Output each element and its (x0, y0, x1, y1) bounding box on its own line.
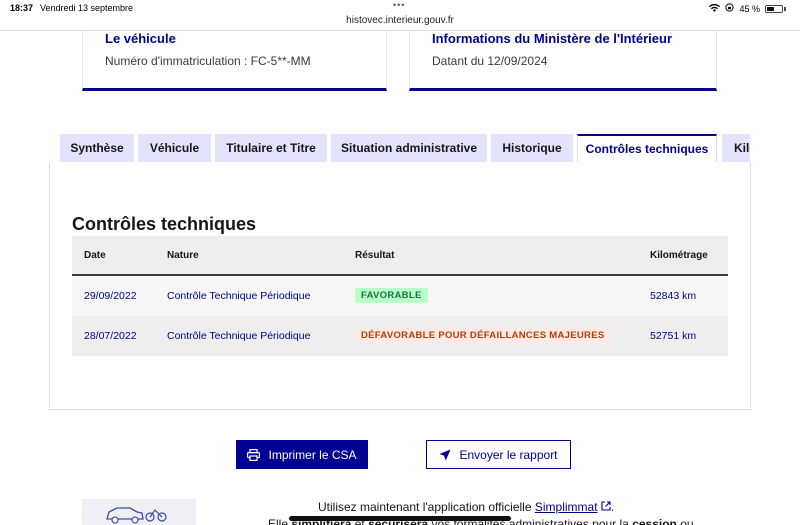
tab-kilometrage[interactable]: Kilo (722, 134, 750, 162)
tab-synthese[interactable]: Synthèse (60, 134, 134, 162)
external-link-icon[interactable] (601, 500, 611, 514)
vehicle-card-title: Le véhicule (105, 31, 176, 46)
paper-plane-icon (439, 449, 451, 461)
ministry-card-title: Informations du Ministère de l'Intérieur (432, 31, 673, 46)
tab-controles[interactable]: Contrôles techniques (577, 134, 717, 162)
tab-historique[interactable]: Historique (491, 134, 573, 162)
simplimmat-illustration (82, 499, 196, 525)
table-row: 29/09/2022 Contrôle Technique Périodique… (72, 276, 728, 316)
orientation-lock-icon (725, 3, 735, 14)
status-bar: 18:37 Vendredi 13 septembre ••• histovec… (0, 0, 800, 26)
vehicle-card-value: Numéro d'immatriculation : FC-5**-MM (105, 54, 311, 68)
column-header-mileage: Kilométrage (650, 250, 708, 261)
tab-panel: Contrôles techniques Date Nature Résulta… (49, 162, 751, 410)
ministry-card-value: Datant du 12/09/2024 (432, 54, 548, 68)
promo-prefix: Utilisez maintenant l'application offici… (318, 500, 532, 514)
ministry-card: Informations du Ministère de l'Intérieur… (409, 31, 717, 91)
section-title: Contrôles techniques (72, 214, 257, 234)
tab-bar: Synthèse Véhicule Titulaire et Titre Sit… (60, 134, 750, 162)
row-mileage: 52751 km (650, 330, 697, 342)
table-row: 28/07/2022 Contrôle Technique Périodique… (72, 316, 728, 356)
result-badge-defavorable: DÉFAVORABLE POUR DÉFAILLANCES MAJEURES (355, 328, 611, 343)
row-date: 28/07/2022 (84, 330, 137, 342)
simplimmat-link[interactable]: Simplimmat (535, 500, 598, 514)
send-report-button[interactable]: Envoyer le rapport (426, 440, 571, 469)
address-bar-url[interactable]: histovec.interieur.gouv.fr (0, 15, 800, 26)
printer-icon (247, 448, 261, 461)
status-indicators: 45 % (709, 3, 786, 14)
print-csa-label: Imprimer le CSA (268, 447, 357, 462)
promo-suffix: . (610, 500, 615, 514)
result-badge-favorable: FAVORABLE (355, 288, 428, 303)
table-header: Date Nature Résultat Kilométrage (72, 236, 728, 276)
row-nature: Contrôle Technique Périodique (167, 330, 311, 342)
row-mileage: 52843 km (650, 290, 697, 302)
more-dots-icon[interactable]: ••• (393, 0, 405, 10)
controls-table: Date Nature Résultat Kilométrage 29/09/2… (72, 236, 728, 356)
promo-line2-a: Elle (268, 517, 292, 525)
wifi-icon (709, 3, 721, 14)
print-csa-button[interactable]: Imprimer le CSA (236, 440, 368, 469)
battery-tip (784, 6, 786, 11)
simplimmat-link-label: Simplimmat (534, 500, 598, 514)
promo-text: Utilisez maintenant l'application offici… (318, 500, 614, 514)
promo-line2-f: cession (632, 517, 677, 525)
battery-percent: 45 % (739, 3, 760, 14)
status-time: 18:37 (10, 3, 34, 13)
tab-titulaire[interactable]: Titulaire et Titre (215, 134, 327, 162)
tab-situation[interactable]: Situation administrative (331, 134, 487, 162)
vehicle-card: Le véhicule Numéro d'immatriculation : F… (82, 31, 387, 91)
send-report-label: Envoyer le rapport (459, 447, 558, 462)
column-header-nature: Nature (167, 250, 199, 261)
status-date: Vendredi 13 septembre (40, 3, 134, 13)
row-date: 29/09/2022 (84, 290, 137, 302)
promo-line2-g: ou (676, 517, 694, 525)
column-header-result: Résultat (355, 250, 395, 261)
row-nature: Contrôle Technique Périodique (167, 290, 311, 302)
battery-icon (765, 4, 783, 13)
home-indicator[interactable] (289, 516, 511, 521)
tab-vehicule[interactable]: Véhicule (138, 134, 211, 162)
column-header-date: Date (84, 250, 106, 261)
